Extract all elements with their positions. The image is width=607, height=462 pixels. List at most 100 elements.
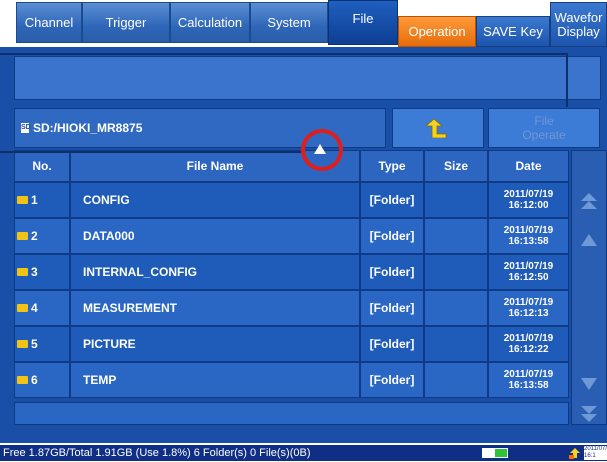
subtab-label: Display	[557, 23, 600, 39]
up-arrow-icon	[581, 234, 597, 246]
status-bar: Free 1.87GB/Total 1.91GB (Use 1.8%) 6 Fo…	[0, 445, 607, 461]
row-number: 6	[14, 362, 70, 398]
scroll-up-button[interactable]	[572, 223, 606, 257]
row-file-name: INTERNAL_CONFIG	[70, 254, 360, 290]
tab-label: Channel	[24, 15, 74, 30]
time-text: 16:12:50	[508, 272, 549, 283]
row-date: 2011/07/19 16:12:22	[488, 326, 569, 362]
column-header-type[interactable]: Type	[360, 150, 424, 182]
row-file-name: PICTURE	[70, 326, 360, 362]
sd-card-icon: SD	[21, 123, 31, 133]
down-arrow-icon	[581, 378, 597, 390]
date-text: 2011/07/19	[503, 369, 554, 380]
scroll-top-button[interactable]	[572, 185, 606, 219]
column-header-no[interactable]: No.	[14, 150, 70, 182]
row-date: 2011/07/19 16:13:58	[488, 218, 569, 254]
row-number-text: 6	[31, 373, 38, 387]
time-text: 16:13:58	[508, 380, 549, 391]
row-size	[424, 326, 488, 362]
subtab-waveform-display[interactable]: Wavefor Display	[550, 2, 607, 47]
table-row[interactable]: 1 CONFIG [Folder] 2011/07/19 16:12:00	[14, 182, 569, 218]
scroll-bottom-button[interactable]	[572, 401, 606, 425]
table-row[interactable]: 4 MEASUREMENT [Folder] 2011/07/19 16:12:1…	[14, 290, 569, 326]
row-type: [Folder]	[360, 254, 424, 290]
row-number-text: 5	[31, 337, 38, 351]
path-text: SD:/HIOKI_MR8875	[33, 121, 143, 135]
row-number: 1	[14, 182, 70, 218]
header-label: Date	[515, 159, 542, 173]
tab-label: File	[352, 11, 374, 26]
date-text: 2011/07/19	[503, 225, 554, 236]
date-text: 2011/07/19	[503, 189, 554, 200]
table-row[interactable]: 5 PICTURE [Folder] 2011/07/19 16:12:22	[14, 326, 569, 362]
time-text: 16:13:58	[508, 236, 549, 247]
column-header-size[interactable]: Size	[424, 150, 488, 182]
clock-time: 16:1	[584, 453, 596, 459]
table-row[interactable]: 6 TEMP [Folder] 2011/07/19 16:13:58	[14, 362, 569, 398]
row-file-name: CONFIG	[70, 182, 360, 218]
folder-icon	[17, 232, 28, 240]
callout-line	[566, 53, 568, 107]
callout-line	[0, 53, 568, 55]
tab-label: Trigger	[105, 15, 147, 30]
row-date: 2011/07/19 16:12:50	[488, 254, 569, 290]
row-number: 3	[14, 254, 70, 290]
callout-line	[0, 151, 303, 153]
table-row[interactable]: 3 INTERNAL_CONFIG [Folder] 2011/07/19 16:…	[14, 254, 569, 290]
subtab-label: SAVE Key	[483, 24, 543, 39]
parent-folder-button[interactable]	[392, 108, 484, 148]
row-size	[424, 362, 488, 398]
tab-trigger[interactable]: Trigger	[82, 2, 170, 43]
tab-system[interactable]: System	[250, 2, 328, 43]
button-label: Operate	[522, 128, 566, 142]
row-number-text: 1	[31, 193, 38, 207]
button-label: File	[534, 114, 554, 128]
subtab-operation[interactable]: Operation	[398, 16, 476, 47]
header-label: Type	[378, 159, 406, 173]
double-up-arrow-icon	[581, 193, 597, 209]
column-header-date[interactable]: Date	[488, 150, 569, 182]
storage-status: Free 1.87GB/Total 1.91GB (Use 1.8%) 6 Fo…	[3, 447, 311, 459]
time-text: 16:12:22	[508, 344, 549, 355]
empty-row	[14, 402, 569, 425]
double-down-arrow-icon	[581, 406, 597, 422]
tab-channel[interactable]: Channel	[16, 2, 82, 43]
file-table: No. File Name Type Size Date 1 CONFIG [F…	[14, 150, 569, 425]
subtab-save-key[interactable]: SAVE Key	[476, 16, 550, 47]
row-number: 4	[14, 290, 70, 326]
tab-calculation[interactable]: Calculation	[170, 2, 250, 43]
file-operate-button[interactable]: File Operate	[488, 108, 600, 148]
clock: 2011/07/ 16:1	[584, 446, 607, 460]
date-text: 2011/07/19	[503, 297, 554, 308]
row-number: 5	[14, 326, 70, 362]
row-size	[424, 218, 488, 254]
usb-icon	[569, 447, 581, 459]
folder-icon	[17, 268, 28, 276]
scrollbar[interactable]	[571, 150, 607, 425]
header-label: File Name	[186, 159, 244, 173]
row-number-text: 3	[31, 265, 38, 279]
highlight-circle	[301, 129, 343, 171]
row-file-name: DATA000	[70, 218, 360, 254]
clock-date: 2011/07/	[584, 446, 607, 452]
row-size	[424, 254, 488, 290]
subtab-label: Wavefor	[554, 9, 603, 25]
folder-icon	[17, 304, 28, 312]
date-text: 2011/07/19	[503, 333, 554, 344]
time-text: 16:12:00	[508, 200, 549, 211]
row-type: [Folder]	[360, 218, 424, 254]
row-type: [Folder]	[360, 290, 424, 326]
row-size	[424, 182, 488, 218]
tab-file[interactable]: File	[328, 0, 398, 45]
tab-label: System	[267, 15, 311, 30]
row-size	[424, 290, 488, 326]
subtab-label: Operation	[408, 24, 466, 39]
sd-status-icon	[482, 448, 508, 458]
time-text: 16:12:13	[508, 308, 549, 319]
header-label: Size	[443, 159, 468, 173]
info-bar	[14, 56, 601, 100]
scroll-down-button[interactable]	[572, 367, 606, 401]
folder-icon	[17, 340, 28, 348]
table-row[interactable]: 2 DATA000 [Folder] 2011/07/19 16:13:58	[14, 218, 569, 254]
row-number-text: 4	[31, 301, 38, 315]
